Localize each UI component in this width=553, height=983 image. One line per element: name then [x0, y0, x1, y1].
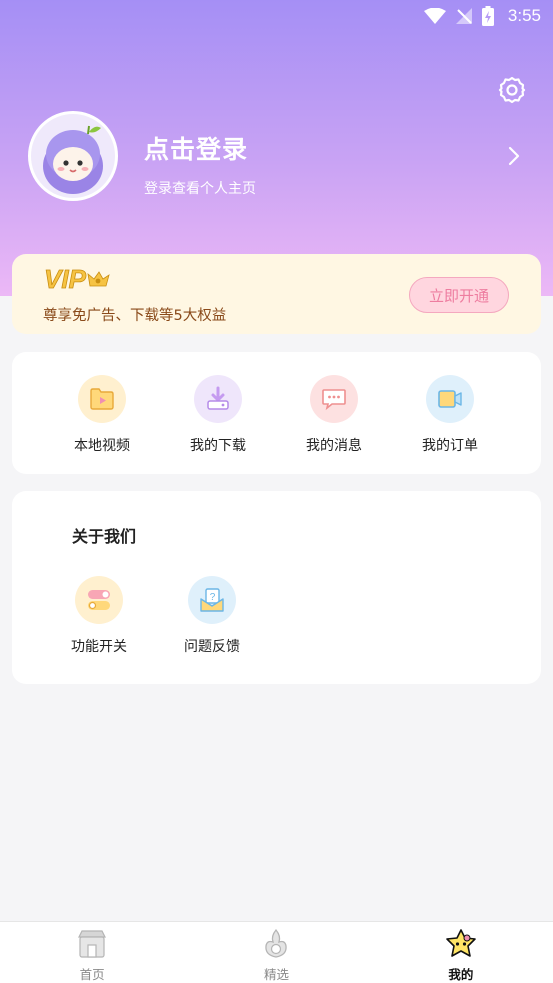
order-icon: [426, 375, 474, 423]
login-subtitle[interactable]: 登录查看个人主页: [144, 178, 256, 198]
no-signal-icon: [455, 8, 472, 24]
login-title[interactable]: 点击登录: [144, 130, 248, 166]
about-item-label: 功能开关: [71, 639, 127, 655]
nav-label: 我的: [448, 967, 474, 982]
settings-button[interactable]: [496, 74, 528, 106]
nav-mine[interactable]: 我的: [369, 922, 553, 983]
vip-logo: VIP: [44, 264, 124, 294]
mine-icon: [443, 927, 479, 961]
download-icon: [194, 375, 242, 423]
bottom-nav: 首页 精选 我的: [0, 921, 553, 983]
shortcut-my-orders[interactable]: 我的订单: [405, 375, 495, 455]
shortcut-local-video[interactable]: 本地视频: [57, 375, 147, 455]
wifi-icon: [423, 8, 446, 24]
shortcuts-card: 本地视频 我的下载 我的消息 我的订单: [12, 352, 541, 474]
about-card: 关于我们 功能开关 ? 问题反馈: [12, 491, 541, 684]
svg-text:?: ?: [210, 592, 216, 603]
vip-card[interactable]: VIP 尊享免广告、下载等5大权益 立即开通: [12, 254, 541, 334]
message-icon: [310, 375, 358, 423]
chevron-right-icon[interactable]: [502, 144, 526, 168]
battery-charging-icon: [481, 6, 494, 26]
shortcut-label: 我的消息: [306, 438, 362, 454]
gear-icon: [498, 76, 526, 104]
featured-icon: [258, 927, 294, 961]
status-bar: 3:55: [0, 0, 553, 32]
avatar-character-icon: [43, 125, 103, 194]
nav-featured[interactable]: 精选: [184, 922, 368, 983]
nav-label: 精选: [263, 967, 289, 982]
local-video-icon: [78, 375, 126, 423]
about-item-label: 问题反馈: [184, 639, 240, 655]
nav-home[interactable]: 首页: [0, 922, 184, 983]
avatar[interactable]: [28, 111, 118, 201]
vip-logo-text: VIP: [44, 264, 87, 294]
about-title: 关于我们: [72, 527, 137, 546]
nav-label: 首页: [79, 967, 105, 982]
shortcut-label: 本地视频: [74, 438, 130, 454]
feedback-icon: ?: [188, 576, 236, 624]
home-icon: [74, 927, 110, 961]
vip-open-button[interactable]: 立即开通: [409, 277, 509, 313]
about-feedback[interactable]: ? 问题反馈: [167, 576, 257, 656]
toggle-switch-icon: [75, 576, 123, 624]
about-feature-switch[interactable]: 功能开关: [54, 576, 144, 656]
shortcut-my-messages[interactable]: 我的消息: [289, 375, 379, 455]
shortcut-label: 我的下载: [190, 438, 246, 454]
shortcut-my-download[interactable]: 我的下载: [173, 375, 263, 455]
vip-description: 尊享免广告、下载等5大权益: [43, 308, 227, 324]
status-time: 3:55: [507, 6, 541, 25]
shortcut-label: 我的订单: [422, 438, 478, 454]
